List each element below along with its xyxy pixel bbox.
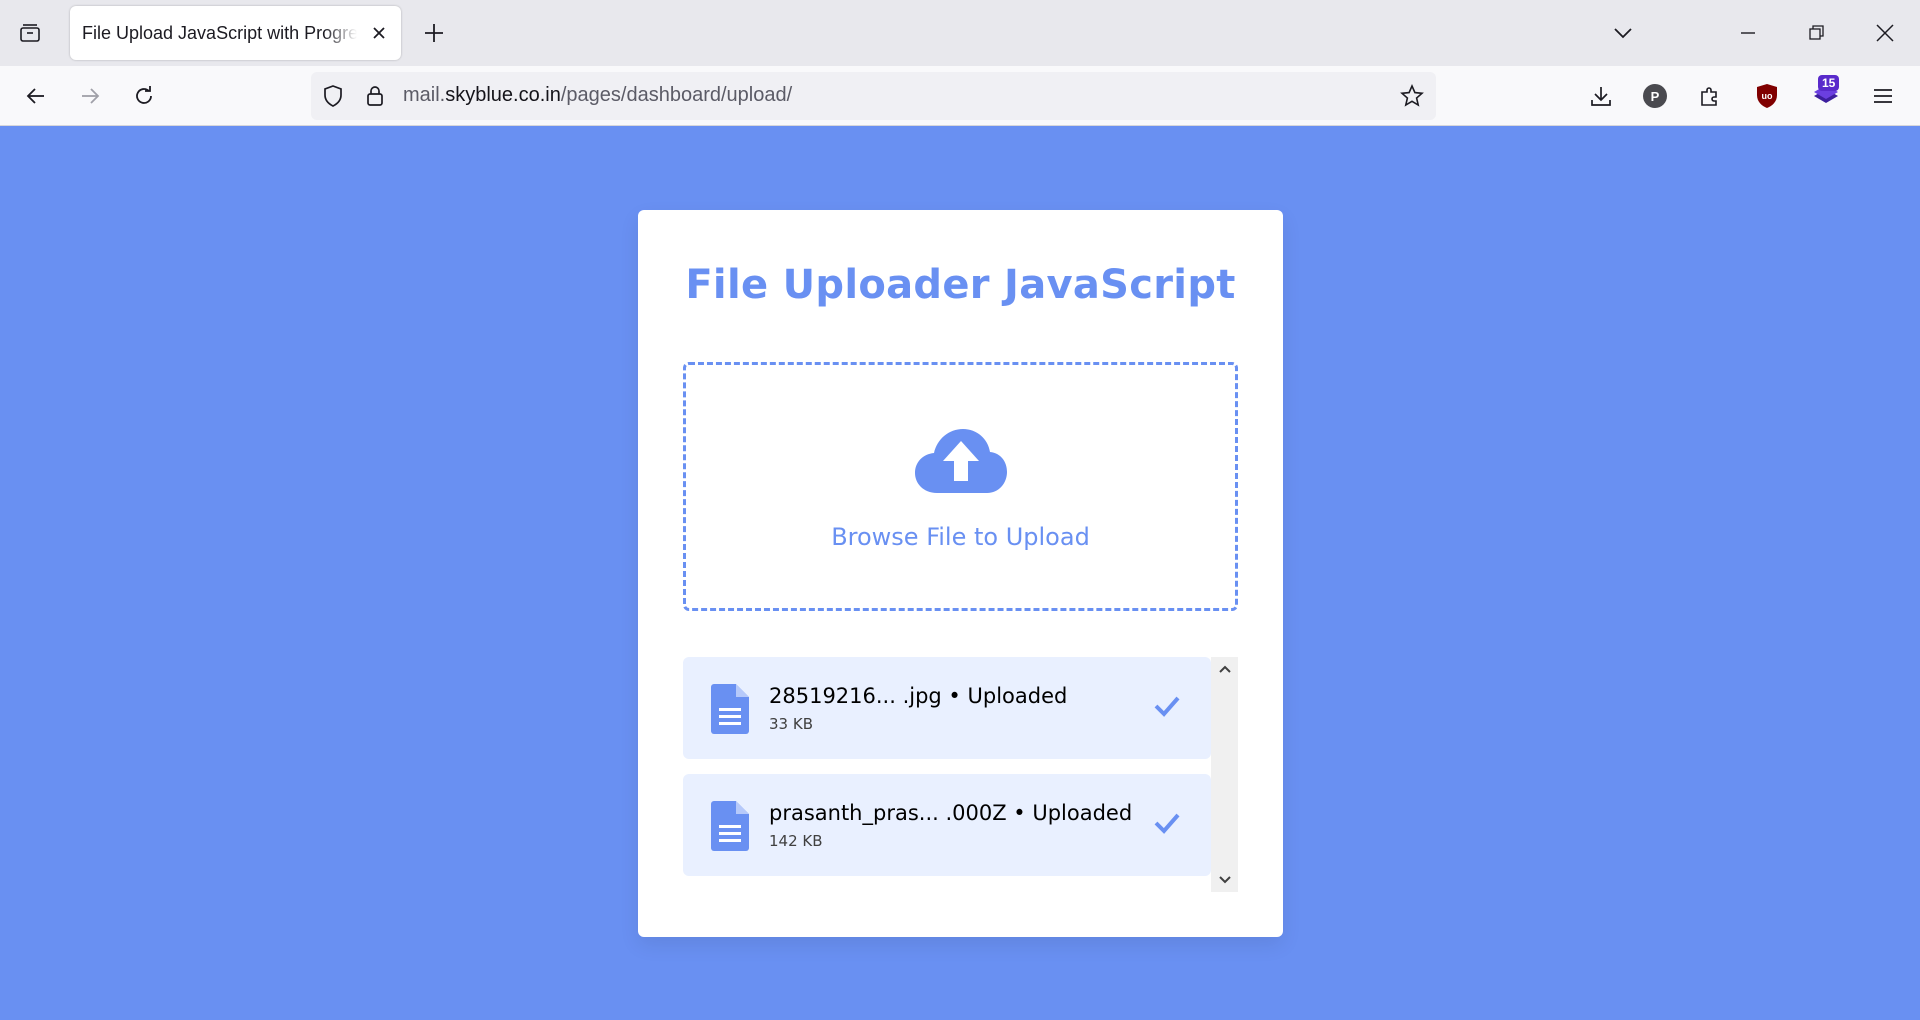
tab-list-icon: [20, 24, 40, 42]
file-name: prasanth_pras... .000Z • Uploaded: [769, 801, 1133, 825]
new-tab-button[interactable]: [416, 15, 452, 51]
list-all-tabs-button[interactable]: [1605, 15, 1641, 51]
plus-icon: [425, 24, 443, 42]
scroll-up-button[interactable]: [1211, 657, 1238, 681]
file-size: 33 KB: [769, 715, 813, 733]
profile-extension-button[interactable]: P: [1637, 78, 1673, 114]
url-host: skyblue.co.in: [445, 84, 561, 106]
file-list-item: prasanth_pras... .000Z • Uploaded 142 KB: [683, 774, 1211, 876]
minimize-icon: [1741, 32, 1755, 34]
forward-arrow-icon: [82, 88, 100, 104]
file-name: 28519216... .jpg • Uploaded: [769, 684, 1068, 708]
file-list-scrollbar[interactable]: [1211, 657, 1238, 892]
cloud-upload-icon: [915, 429, 1007, 493]
chevron-down-icon: [1614, 28, 1632, 39]
file-list-item: 28519216... .jpg • Uploaded 33 KB: [683, 657, 1211, 759]
close-icon: [1876, 24, 1894, 42]
file-document-icon: [711, 801, 749, 851]
browse-file-label[interactable]: Browse File to Upload: [686, 523, 1235, 551]
checkmark-icon: [1154, 813, 1180, 834]
url-subdomain: mail.: [403, 84, 446, 106]
tab-close-button[interactable]: [365, 19, 393, 47]
minimize-button[interactable]: [1730, 15, 1766, 51]
back-button[interactable]: [18, 78, 54, 114]
tab-list-button[interactable]: [12, 15, 48, 51]
uploaded-file-list: 28519216... .jpg • Uploaded 33 KB prasan…: [683, 657, 1238, 892]
page-title: File Uploader JavaScript: [685, 262, 1236, 308]
file-document-icon: [711, 684, 749, 734]
extension-badge: 15: [1818, 75, 1840, 91]
back-arrow-icon: [26, 88, 44, 104]
shield-icon[interactable]: [321, 84, 345, 108]
extensions-button[interactable]: [1692, 78, 1728, 114]
window-close-button[interactable]: [1867, 15, 1903, 51]
bookmark-star-button[interactable]: [1400, 84, 1424, 108]
chevron-up-icon: [1218, 665, 1231, 673]
profile-initial: P: [1651, 89, 1660, 104]
uploader-card: File Uploader JavaScript Browse File to …: [638, 210, 1283, 937]
ublock-icon: uo: [1757, 84, 1777, 108]
restore-button[interactable]: [1798, 15, 1834, 51]
url-path: /pages/dashboard/upload/: [560, 84, 793, 106]
scroll-down-button[interactable]: [1211, 868, 1238, 892]
checkmark-icon: [1154, 696, 1180, 717]
file-size: 142 KB: [769, 832, 823, 850]
active-tab[interactable]: File Upload JavaScript with Progress Bar: [70, 6, 401, 60]
downloads-button[interactable]: [1583, 78, 1619, 114]
puzzle-icon: [1701, 87, 1717, 106]
svg-text:uo: uo: [1762, 91, 1773, 101]
navigation-toolbar: mail.skyblue.co.in/pages/dashboard/uploa…: [0, 66, 1920, 126]
url-text[interactable]: mail.skyblue.co.in/pages/dashboard/uploa…: [403, 84, 792, 107]
hamburger-icon: [1874, 89, 1892, 103]
close-icon: [373, 27, 385, 39]
reload-icon: [136, 86, 152, 104]
address-bar[interactable]: mail.skyblue.co.in/pages/dashboard/uploa…: [311, 72, 1436, 120]
lock-icon[interactable]: [363, 84, 387, 108]
download-icon: [1591, 87, 1611, 106]
ublock-extension-button[interactable]: uo: [1749, 78, 1785, 114]
tab-title: File Upload JavaScript with Progress Bar: [82, 22, 357, 43]
file-dropzone[interactable]: Browse File to Upload: [683, 362, 1238, 611]
forward-button[interactable]: [72, 78, 108, 114]
star-icon: [1400, 84, 1424, 107]
profile-avatar-icon: P: [1643, 84, 1667, 108]
restore-icon: [1809, 25, 1824, 40]
reload-button[interactable]: [126, 78, 162, 114]
tab-strip: File Upload JavaScript with Progress Bar: [0, 0, 1920, 66]
app-menu-button[interactable]: [1865, 78, 1901, 114]
chevron-down-icon: [1218, 876, 1231, 884]
